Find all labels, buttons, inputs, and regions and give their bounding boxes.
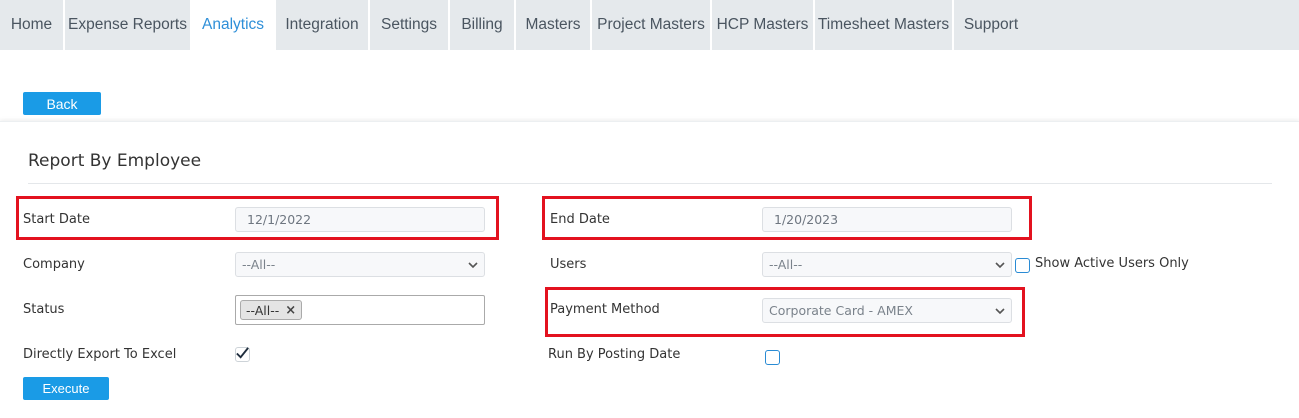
back-button-label: Back — [46, 95, 78, 112]
company-select[interactable]: --All-- — [235, 252, 485, 277]
tab-billing[interactable]: Billing — [450, 0, 514, 50]
tab-label: Timesheet Masters — [817, 16, 950, 33]
export-excel-label: Directly Export To Excel — [23, 347, 177, 362]
show-active-users-checkbox[interactable] — [1015, 258, 1030, 273]
users-select-value: --All-- — [769, 257, 803, 272]
tab-label: Home — [10, 16, 53, 33]
tab-masters[interactable]: Masters — [516, 0, 590, 50]
chevron-down-icon — [995, 262, 1005, 269]
execute-button-label: Execute — [42, 381, 90, 396]
tab-analytics[interactable]: Analytics — [192, 0, 274, 50]
company-select-value: --All-- — [242, 257, 276, 272]
tab-label: Project Masters — [597, 16, 705, 33]
tab-label: Billing — [461, 16, 503, 33]
close-icon[interactable]: × — [285, 303, 296, 318]
tab-support[interactable]: Support — [954, 0, 1028, 50]
tab-settings[interactable]: Settings — [370, 0, 448, 50]
tab-label: Support — [963, 16, 1019, 33]
chevron-down-icon — [468, 262, 478, 269]
users-label: Users — [550, 257, 587, 272]
tab-label: Masters — [525, 16, 581, 33]
users-select[interactable]: --All-- — [762, 252, 1012, 277]
show-active-users-label: Show Active Users Only — [1035, 256, 1189, 271]
page-title: Report By Employee — [28, 151, 202, 171]
divider — [28, 183, 1272, 184]
tab-integration[interactable]: Integration — [276, 0, 368, 50]
payment-method-highlight — [545, 287, 1025, 337]
tab-label: Expense Reports — [68, 16, 187, 33]
tab-expense-reports[interactable]: Expense Reports — [65, 0, 190, 50]
tab-bar-filler — [1028, 0, 1299, 50]
back-button[interactable]: Back — [23, 92, 101, 115]
execute-button[interactable]: Execute — [23, 377, 109, 400]
posting-date-checkbox[interactable] — [765, 350, 780, 365]
start-date-highlight — [16, 196, 499, 240]
company-label: Company — [23, 257, 85, 272]
tab-label: HCP Masters — [716, 16, 809, 33]
tab-label: Analytics — [201, 16, 265, 33]
tab-label: Integration — [285, 16, 359, 33]
tab-label: Settings — [380, 16, 437, 33]
tab-project-masters[interactable]: Project Masters — [592, 0, 710, 50]
end-date-highlight — [542, 196, 1032, 240]
main-tab-bar: Home Expense Reports Analytics Integrati… — [0, 0, 1299, 50]
status-multiselect[interactable]: --All-- × — [235, 295, 485, 325]
status-chip-label: --All-- — [246, 302, 280, 318]
status-chip: --All-- × — [240, 300, 303, 320]
check-icon — [236, 347, 249, 359]
posting-date-label: Run By Posting Date — [548, 347, 681, 362]
tab-timesheet-masters[interactable]: Timesheet Masters — [815, 0, 952, 50]
tab-hcp-masters[interactable]: HCP Masters — [712, 0, 813, 50]
tab-home[interactable]: Home — [0, 0, 63, 50]
export-excel-checkbox[interactable] — [235, 347, 250, 362]
status-label: Status — [23, 302, 65, 317]
